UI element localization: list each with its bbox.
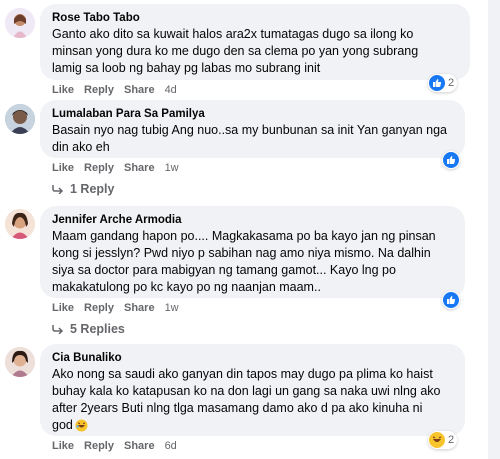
reply-button[interactable]: Reply <box>84 440 114 452</box>
like-button[interactable]: Like <box>52 440 74 452</box>
like-button[interactable]: Like <box>52 302 74 314</box>
comment-bubble: Lumalaban Para Sa Pamilya Basain nyo nag… <box>40 100 465 158</box>
user-avatar-icon <box>5 8 35 38</box>
comment-bubble: Rose Tabo Tabo Ganto ako dito sa kuwait … <box>40 4 470 80</box>
comment-author[interactable]: Rose Tabo Tabo <box>52 10 458 26</box>
user-avatar-icon <box>5 347 35 377</box>
reaction-summary[interactable] <box>442 291 460 309</box>
like-icon <box>443 152 459 168</box>
comment-actions: Like Reply Share 6d <box>52 440 177 452</box>
comment-actions: Like Reply Share 1w <box>52 162 179 174</box>
like-button[interactable]: Like <box>52 162 74 174</box>
comment-author[interactable]: Cia Bunaliko <box>52 350 453 366</box>
timestamp[interactable]: 4d <box>165 84 177 96</box>
comment-actions: Like Reply Share 4d <box>52 84 177 96</box>
avatar[interactable] <box>5 104 35 134</box>
reaction-count: 2 <box>448 77 455 89</box>
user-avatar-icon <box>5 209 35 239</box>
comment-line: god <box>52 417 453 434</box>
comment-actions: Like Reply Share 1w <box>52 302 179 314</box>
reaction-count: 2 <box>448 434 455 446</box>
comment-line: Basain nyo nag tubig Ang nuo..sa my bunb… <box>52 123 447 137</box>
comment-text: Maam gandang hapon po.... Magkakasama po… <box>52 228 453 296</box>
like-icon <box>429 75 445 91</box>
comment-line: makakatulong po kc kayo po ng naanjan ma… <box>52 280 321 294</box>
comment-line: Ganto ako dito sa kuwait halos ara2x tum… <box>52 27 414 41</box>
share-button[interactable]: Share <box>124 84 155 96</box>
comment-line: after 2years Buti nlng tlga masamang dam… <box>52 401 423 415</box>
user-avatar-icon <box>5 104 35 134</box>
haha-icon <box>429 432 445 448</box>
comment-line: Maam gandang hapon po.... Magkakasama po… <box>52 229 436 243</box>
comment-author[interactable]: Jennifer Arche Armodia <box>52 212 453 228</box>
comment-line: lamig sa loob ng bahay pg labas mo subra… <box>52 61 321 75</box>
comment-line-text: god <box>52 418 73 432</box>
comment-line: minsan yong dura ko me dugo den sa clema… <box>52 44 419 58</box>
laughing-emoji-icon <box>75 419 88 432</box>
reply-button[interactable]: Reply <box>84 162 114 174</box>
avatar[interactable] <box>5 209 35 239</box>
timestamp[interactable]: 1w <box>165 302 179 314</box>
reply-button[interactable]: Reply <box>84 302 114 314</box>
view-replies-link[interactable]: 1 Reply <box>52 182 114 196</box>
scrollbar-track[interactable] <box>488 0 500 459</box>
reply-arrow-icon <box>52 185 64 194</box>
reaction-summary[interactable]: 2 <box>428 431 458 449</box>
share-button[interactable]: Share <box>124 162 155 174</box>
comment-text: Ako nong sa saudi ako ganyan din tapos m… <box>52 366 453 434</box>
share-button[interactable]: Share <box>124 440 155 452</box>
comment-line: kong si jesslyn? Pwd niyo p sabihan nag … <box>52 246 431 260</box>
comment-author[interactable]: Lumalaban Para Sa Pamilya <box>52 106 453 122</box>
timestamp[interactable]: 1w <box>165 162 179 174</box>
like-button[interactable]: Like <box>52 84 74 96</box>
avatar[interactable] <box>5 8 35 38</box>
like-icon <box>443 292 459 308</box>
reply-arrow-icon <box>52 325 64 334</box>
comment-bubble: Jennifer Arche Armodia Maam gandang hapo… <box>40 206 465 298</box>
avatar[interactable] <box>5 347 35 377</box>
replies-count: 5 Replies <box>70 322 125 336</box>
reaction-summary[interactable] <box>442 151 460 169</box>
comment-line: Ako nong sa saudi ako ganyan din tapos m… <box>52 367 433 381</box>
share-button[interactable]: Share <box>124 302 155 314</box>
reply-button[interactable]: Reply <box>84 84 114 96</box>
comment-text: Basain nyo nag tubig Ang nuo..sa my bunb… <box>52 122 453 156</box>
comment-text: Ganto ako dito sa kuwait halos ara2x tum… <box>52 26 458 77</box>
view-replies-link[interactable]: 5 Replies <box>52 322 125 336</box>
comment-line: buhay kala ko katapusan ko na don lagi u… <box>52 384 441 398</box>
timestamp[interactable]: 6d <box>165 440 177 452</box>
reaction-summary[interactable]: 2 <box>428 74 458 92</box>
comment-bubble: Cia Bunaliko Ako nong sa saudi ako ganya… <box>40 344 465 436</box>
comment-line: din ako eh <box>52 140 110 154</box>
replies-count: 1 Reply <box>70 182 115 196</box>
comment-line: siya sa doctor para mabigyan ng tamang g… <box>52 263 396 277</box>
